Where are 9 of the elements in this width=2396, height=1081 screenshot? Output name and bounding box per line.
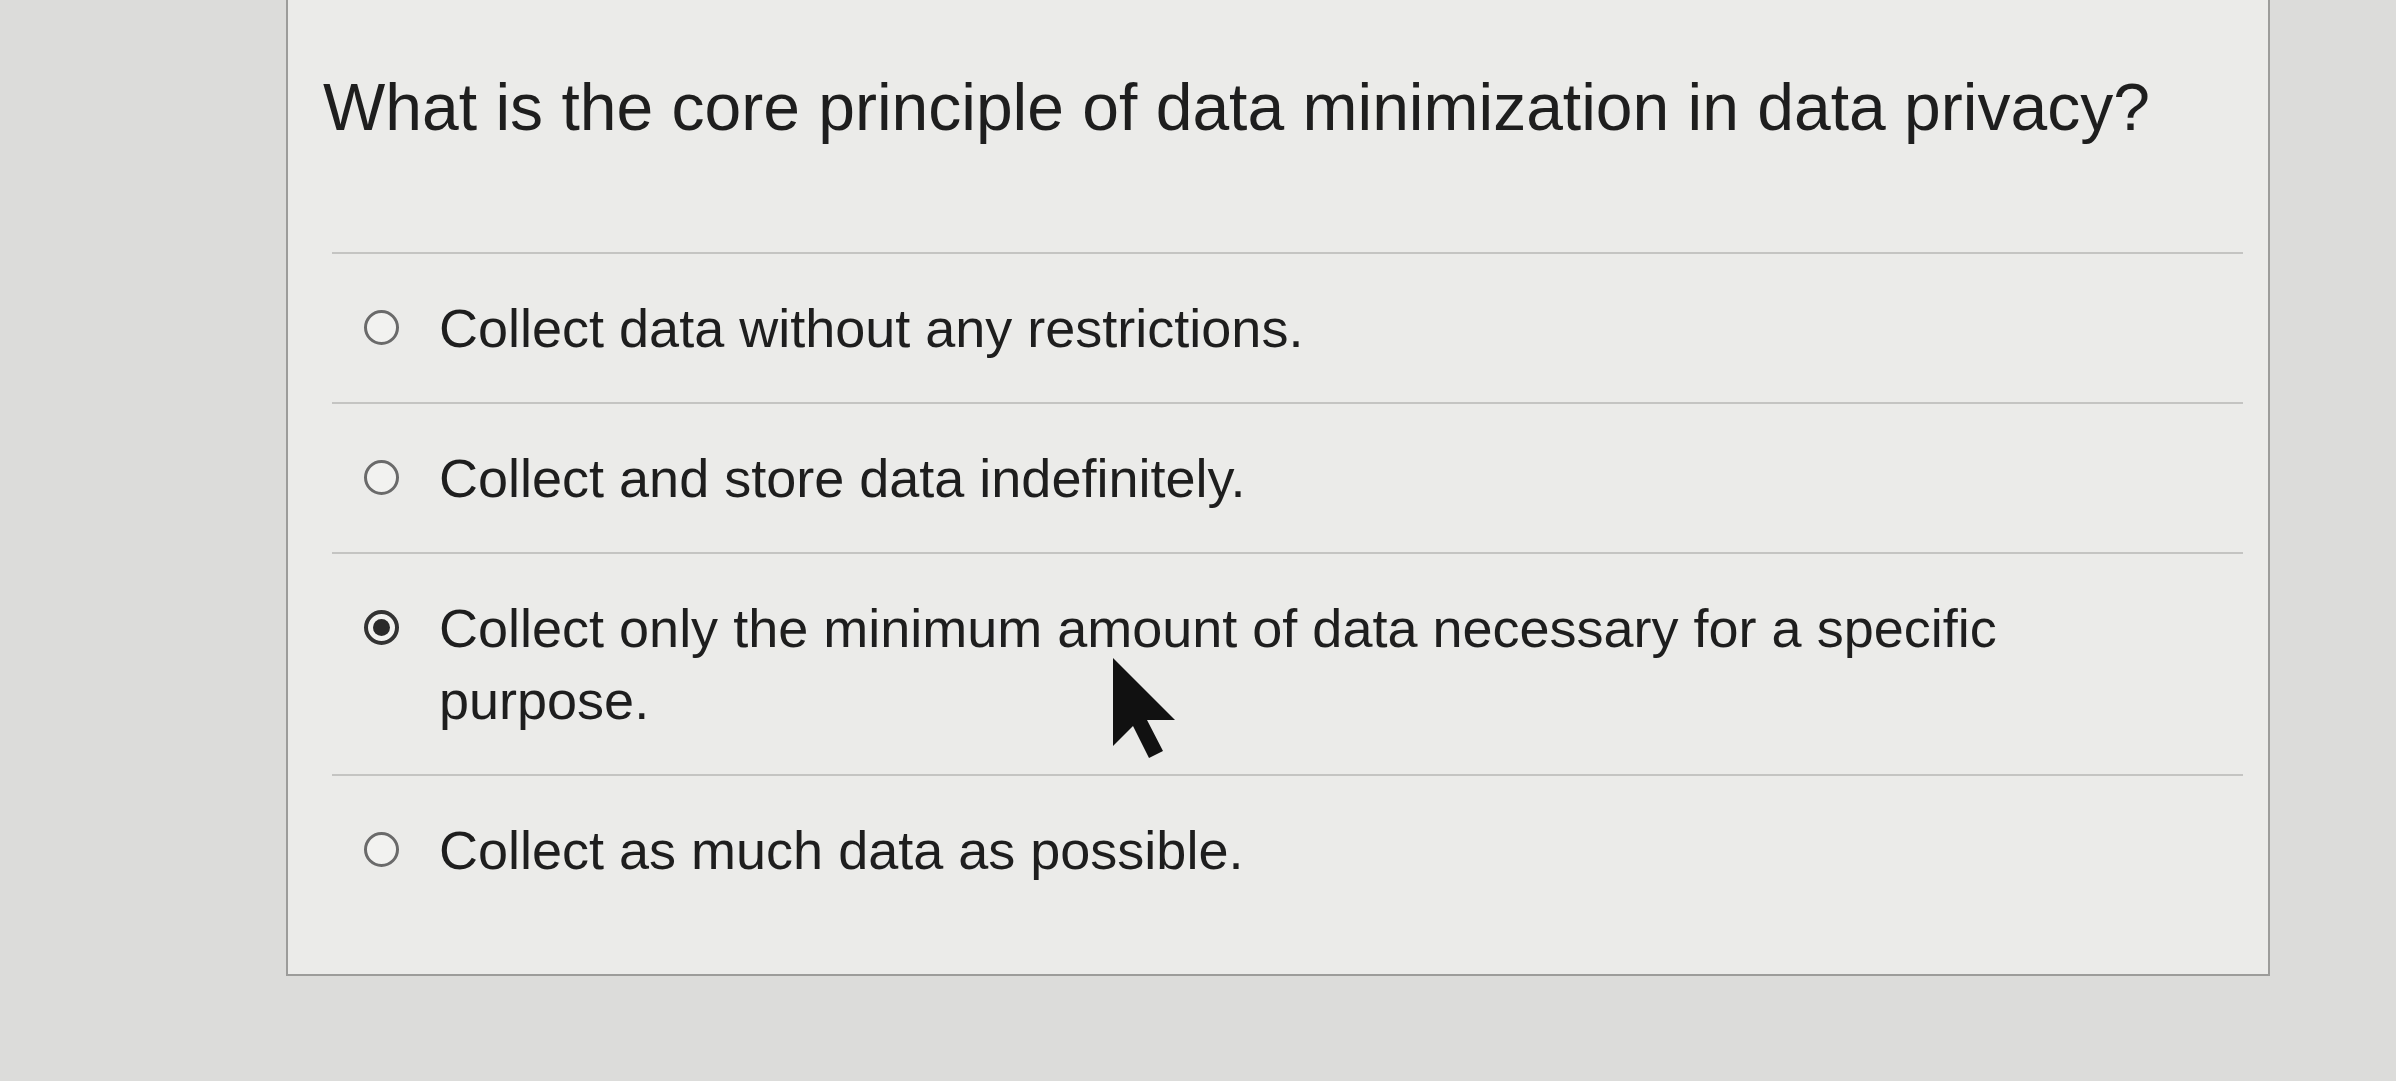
option-label[interactable]: Collect and store data indefinitely. — [439, 442, 1246, 514]
radio-button[interactable] — [364, 460, 399, 495]
option-label[interactable]: Collect data without any restrictions. — [439, 292, 1304, 364]
radio-button[interactable] — [364, 310, 399, 345]
option-label[interactable]: Collect as much data as possible. — [439, 814, 1244, 886]
question-text: What is the core principle of data minimization in data privacy? — [323, 69, 2151, 146]
radio-button[interactable] — [364, 610, 399, 645]
radio-button[interactable] — [364, 832, 399, 867]
option-label[interactable]: Collect only the minimum amount of data necessary for a specific purpose. — [439, 592, 2139, 736]
